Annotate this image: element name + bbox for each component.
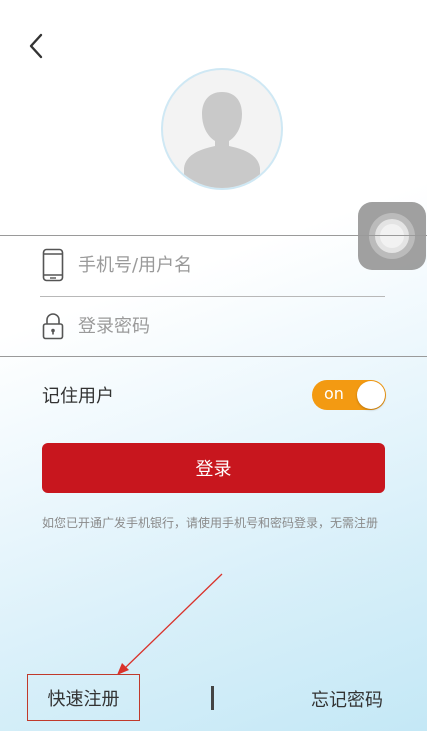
remember-user-toggle[interactable]: on xyxy=(312,380,386,410)
quick-register-link[interactable]: 快速注册 xyxy=(27,674,140,721)
hint-text: 如您已开通广发手机银行，请使用手机号和密码登录，无需注册 xyxy=(42,516,379,530)
forgot-password-link[interactable]: 忘记密码 xyxy=(311,686,383,712)
back-button[interactable] xyxy=(22,30,50,62)
password-field-row xyxy=(40,304,385,348)
divider xyxy=(0,356,427,357)
chevron-left-icon xyxy=(29,33,43,59)
remember-user-label: 记住用户 xyxy=(42,386,114,407)
phone-icon xyxy=(40,247,66,283)
phone-input[interactable] xyxy=(78,254,385,276)
login-button[interactable]: 登录 xyxy=(42,443,385,493)
password-input[interactable] xyxy=(78,315,385,337)
user-silhouette-icon xyxy=(184,92,260,188)
lock-icon xyxy=(40,308,66,344)
footer-divider xyxy=(211,686,214,710)
phone-field-row xyxy=(40,243,385,287)
toggle-knob xyxy=(357,381,385,409)
avatar[interactable] xyxy=(161,68,283,190)
divider xyxy=(0,235,427,236)
divider xyxy=(40,296,385,297)
toggle-state-text: on xyxy=(324,384,344,403)
